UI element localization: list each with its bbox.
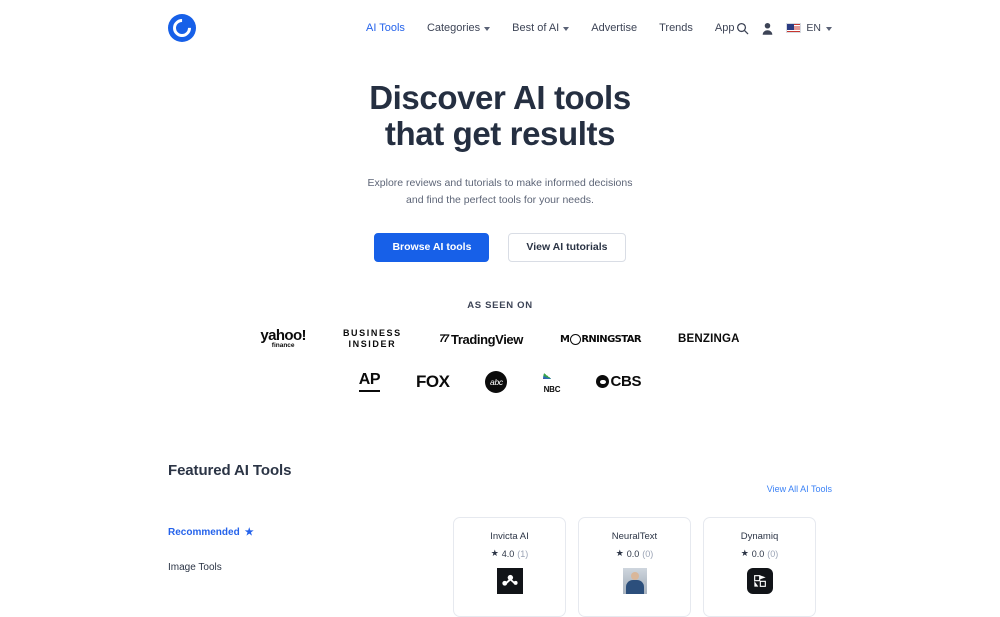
morningstar-logo: M RNINGSTAR xyxy=(559,333,642,345)
rating-count: (1) xyxy=(517,548,529,559)
language-label: EN xyxy=(806,22,821,34)
hero-title-line-1: Discover AI tools xyxy=(369,79,631,116)
cbs-logo: CBS xyxy=(596,373,642,391)
tradingview-logo-text: TradingView xyxy=(451,331,523,347)
tradingview-logo: 77 TradingView xyxy=(437,331,523,347)
rating-value: 0.0 xyxy=(626,548,640,559)
view-ai-tutorials-button[interactable]: View AI tutorials xyxy=(508,232,626,262)
tool-name: Dynamiq xyxy=(740,531,779,543)
business-insider-logo: BUSINESS INSIDER xyxy=(343,328,402,351)
browse-ai-tools-button[interactable]: Browse AI tools xyxy=(374,232,490,262)
search-icon[interactable] xyxy=(736,22,749,35)
dynamiq-pinwheel-logo-icon xyxy=(746,568,773,595)
rating-count: (0) xyxy=(767,548,779,559)
tool-logo xyxy=(622,568,648,595)
benzinga-logo: BENZINGA xyxy=(677,333,740,346)
invicta-nodes-logo-icon xyxy=(496,568,523,595)
tool-rating: ★ 0.0 (0) xyxy=(704,548,815,559)
hero-subtitle: Explore reviews and tutorials to make in… xyxy=(367,177,633,206)
tool-rating: ★ 4.0 (1) xyxy=(454,548,565,559)
fox-logo: FOX xyxy=(416,371,450,391)
user-icon[interactable] xyxy=(762,22,773,35)
star-icon: ★ xyxy=(740,548,749,559)
main-navigation: AI Tools Categories Best of AI Advertise… xyxy=(355,0,746,56)
tool-name: Invicta AI xyxy=(490,531,529,543)
sidebar-item-recommended[interactable]: Recommended ★ xyxy=(168,527,453,538)
page-title: Discover AI tools that get results xyxy=(0,80,1000,151)
tradingview-mark-icon: 77 xyxy=(437,333,448,346)
neuraltext-photo-logo-icon xyxy=(622,568,647,595)
morningstar-logo-text: M xyxy=(559,333,570,345)
hero-title-line-2: that get results xyxy=(384,114,616,152)
ap-logo: AP xyxy=(358,371,381,392)
chevron-down-icon xyxy=(484,27,491,31)
featured-body: Recommended ★ Image Tools Invicta AI ★ 4… xyxy=(168,507,832,617)
bi-logo-line2: INSIDER xyxy=(348,339,397,350)
star-icon: ★ xyxy=(490,548,499,559)
tool-rating: ★ 0.0 (0) xyxy=(579,548,690,559)
hero-section: Discover AI tools that get results Explo… xyxy=(0,56,1000,262)
rating-value: 4.0 xyxy=(501,548,515,559)
rating-value: 0.0 xyxy=(751,548,765,559)
nav-item-advertise[interactable]: Advertise xyxy=(580,22,648,34)
nav-label: App xyxy=(714,22,735,34)
nbc-logo-text: NBC xyxy=(543,385,561,395)
sidebar-item-image-tools[interactable]: Image Tools xyxy=(168,562,453,573)
language-selector[interactable]: EN xyxy=(786,22,832,34)
tool-logo xyxy=(746,568,773,595)
tool-name: NeuralText xyxy=(611,531,658,543)
morningstar-ring-icon xyxy=(569,333,581,345)
abc-logo: abc xyxy=(485,370,508,393)
bi-logo-line1: BUSINESS xyxy=(342,327,402,338)
nbc-peacock-icon xyxy=(543,367,561,380)
star-icon: ★ xyxy=(615,548,624,559)
circle-c-logo-icon xyxy=(168,14,196,42)
header-actions: EN xyxy=(736,0,832,56)
tool-logo xyxy=(496,568,523,595)
tool-card[interactable]: Dynamiq ★ 0.0 (0) xyxy=(703,517,816,617)
as-seen-on-title: AS SEEN ON xyxy=(467,299,533,311)
rating-count: (0) xyxy=(642,548,654,559)
cbs-logo-text: CBS xyxy=(610,373,642,391)
nbc-logo: NBC xyxy=(543,367,561,396)
yahoo-finance-logo: yahoo! finance xyxy=(260,328,306,348)
nav-item-best-of-ai[interactable]: Best of AI xyxy=(501,22,580,34)
sidebar-item-label: Image Tools xyxy=(168,562,222,574)
nav-label: Best of AI xyxy=(512,22,560,34)
nav-label: AI Tools xyxy=(366,22,405,34)
press-logo-row-1: yahoo! finance BUSINESS INSIDER 77 Tradi… xyxy=(0,328,1000,351)
as-seen-on-section: AS SEEN ON yahoo! finance BUSINESS INSID… xyxy=(0,300,1000,397)
nav-label: Advertise xyxy=(591,22,638,34)
nav-item-ai-tools[interactable]: AI Tools xyxy=(355,22,416,34)
us-flag-icon xyxy=(786,23,802,33)
nav-item-categories[interactable]: Categories xyxy=(416,22,501,34)
nav-item-trends[interactable]: Trends xyxy=(648,22,704,34)
featured-heading: Featured AI Tools xyxy=(168,462,292,480)
nav-label: Trends xyxy=(659,22,693,34)
chevron-down-icon xyxy=(563,27,570,31)
nav-label: Categories xyxy=(426,22,481,34)
star-icon: ★ xyxy=(244,527,254,539)
hero-cta-group: Browse AI tools View AI tutorials xyxy=(0,232,1000,262)
site-logo[interactable] xyxy=(168,14,196,42)
cbs-eye-icon xyxy=(596,375,610,389)
featured-sidebar: Recommended ★ Image Tools xyxy=(168,507,453,617)
chevron-down-icon xyxy=(826,27,832,31)
view-all-ai-tools-link[interactable]: View All AI Tools xyxy=(767,484,832,494)
tool-card[interactable]: NeuralText ★ 0.0 (0) xyxy=(578,517,691,617)
site-header: AI Tools Categories Best of AI Advertise… xyxy=(0,0,1000,56)
tool-card[interactable]: Invicta AI ★ 4.0 (1) xyxy=(453,517,566,617)
press-logo-row-2: AP FOX abc NBC CBS xyxy=(0,367,1000,396)
featured-cards: Invicta AI ★ 4.0 (1) NeuralText ★ 0.0 (0… xyxy=(453,507,816,617)
featured-ai-tools-section: Featured AI Tools View All AI Tools Reco… xyxy=(0,462,1000,617)
morningstar-logo-tail: RNINGSTAR xyxy=(581,333,641,345)
sidebar-item-label: Recommended xyxy=(168,527,240,539)
